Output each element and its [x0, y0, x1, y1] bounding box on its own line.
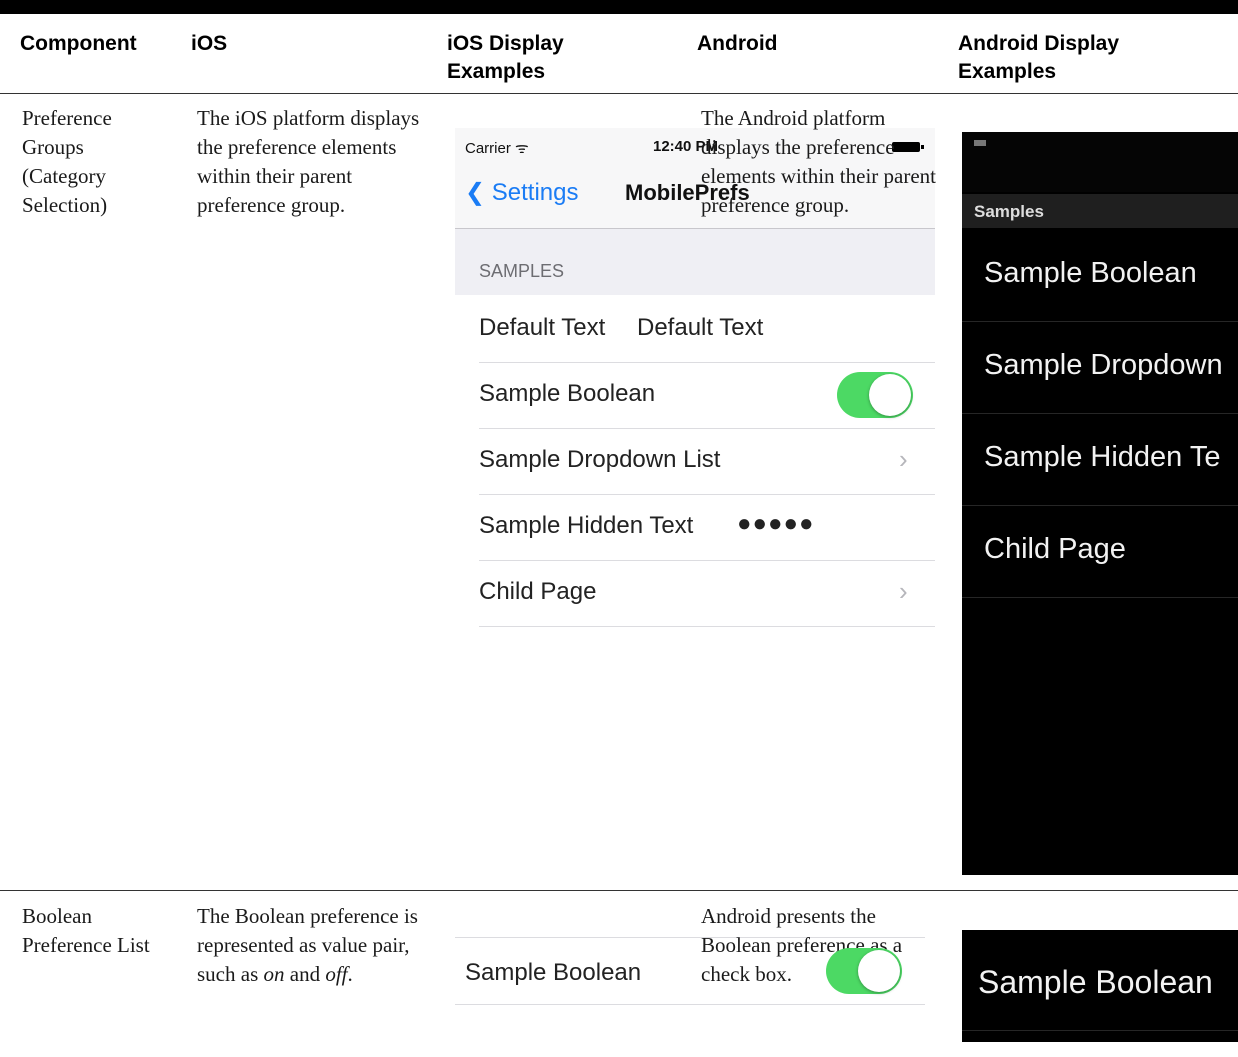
android-group-header: Samples	[962, 194, 1238, 228]
chevron-left-icon: ❮	[465, 179, 486, 206]
top-rule	[0, 0, 1238, 14]
boolean-label: Sample Boolean	[465, 959, 642, 986]
header-divider	[0, 93, 1238, 94]
boolean-toggle-example[interactable]	[826, 948, 902, 994]
row2-android-text: Android presents the Boolean preference …	[701, 904, 903, 986]
section-header: SAMPLES	[455, 229, 935, 295]
item-label: Sample Hidden Te	[984, 441, 1221, 473]
group-title: Samples	[974, 202, 1044, 221]
separator	[962, 1030, 1238, 1031]
row-label: Sample Boolean	[479, 380, 656, 407]
row1-ios-text: The iOS platform displays the preference…	[197, 106, 420, 217]
row-value: Default Text	[637, 314, 764, 341]
row-label: Sample Dropdown List	[479, 446, 721, 473]
row-child-page[interactable]: Child Page ›	[479, 560, 935, 627]
android-item[interactable]: Sample Hidden Te	[962, 413, 1238, 506]
row1-component: Preference Groups (Category Selection)	[22, 106, 112, 217]
android-status-bar	[962, 132, 1238, 192]
header-ios-display: iOS Display Examples	[447, 32, 564, 83]
boolean-toggle[interactable]	[837, 372, 913, 418]
android-boolean-screenshot: Sample Boolean	[962, 930, 1238, 1042]
android-item[interactable]: Sample Boolean	[962, 229, 1238, 322]
android-settings-screenshot: Samples Sample Boolean Sample Dropdown S…	[962, 132, 1238, 875]
row1-android-text: The Android platform displays the prefer…	[701, 106, 937, 217]
row-divider	[0, 890, 1238, 891]
toggle-knob	[858, 950, 900, 992]
header-android: Android	[697, 32, 778, 55]
boolean-label: Sample Boolean	[978, 964, 1213, 1000]
android-item[interactable]: Child Page	[962, 505, 1238, 598]
notification-icon	[974, 140, 986, 146]
chevron-right-icon: ›	[899, 444, 908, 474]
chevron-right-icon: ›	[899, 576, 908, 606]
masked-value: ●●●●●	[737, 510, 815, 537]
carrier-label: Carrier ᯤ	[465, 140, 529, 157]
row-label: Sample Hidden Text	[479, 512, 694, 539]
separator	[455, 1004, 925, 1005]
row2-ios-text: The Boolean preference is represented as…	[197, 904, 418, 986]
header-android-display: Android Display Examples	[958, 32, 1120, 83]
row-sample-dropdown-list[interactable]: Sample Dropdown List ›	[479, 428, 935, 495]
row-default-text[interactable]: Default Text Default Text	[479, 296, 935, 363]
row-label: Default Text	[479, 314, 606, 341]
header-ios: iOS	[191, 32, 228, 55]
item-label: Sample Boolean	[984, 257, 1197, 289]
section-header-label: SAMPLES	[479, 261, 565, 281]
header-component: Component	[20, 32, 137, 55]
emphasis-on: on	[263, 962, 285, 986]
row-sample-boolean: Sample Boolean	[479, 362, 935, 429]
item-label: Child Page	[984, 533, 1126, 565]
row-sample-hidden-text[interactable]: Sample Hidden Text ●●●●●	[479, 494, 935, 561]
back-label: Settings	[491, 179, 579, 206]
toggle-knob	[869, 374, 911, 416]
back-button[interactable]: ❮ Settings	[465, 178, 579, 207]
android-item[interactable]: Sample Dropdown	[962, 321, 1238, 414]
row-label: Child Page	[479, 578, 597, 605]
row2-component: Boolean Preference List	[22, 904, 150, 957]
item-label: Sample Dropdown	[984, 349, 1223, 381]
emphasis-off: off	[325, 962, 348, 986]
